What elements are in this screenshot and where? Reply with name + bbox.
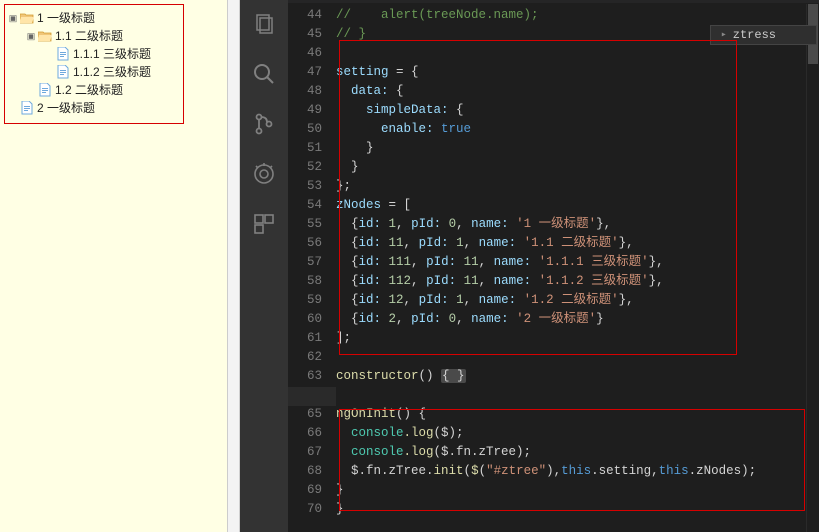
tree-label: 1.1 二级标题 [55,27,123,45]
tree-label: 1.2 二级标题 [55,81,123,99]
extensions-icon[interactable] [250,210,278,238]
tree-node[interactable]: ▣ 1.1 二级标题 [7,27,181,45]
git-icon[interactable] [250,110,278,138]
chevron-right-icon: ▸ [721,29,727,41]
tree-node[interactable]: ▣ 1 一级标题 [7,9,181,27]
file-icon [37,82,53,98]
tree-panel: ▣ 1 一级标题 ▣ 1.1 二级标题 1.1.1 三级标题 1.1 [0,0,228,532]
code-content[interactable]: // alert(treeNode.name);// } setting = {… [336,4,819,532]
files-icon[interactable] [250,10,278,38]
search-icon[interactable] [250,60,278,88]
file-icon [55,46,71,62]
collapse-icon[interactable]: ▣ [25,27,37,45]
activity-bar [240,0,288,532]
tree-node[interactable]: 1.1.2 三级标题 [7,63,181,81]
tree-node[interactable]: 1.2 二级标题 [7,81,181,99]
code-area: 4445464748495051525354555657585960616263… [288,0,819,532]
tree-node[interactable]: 1.1.1 三级标题 [7,45,181,63]
scrollbar[interactable] [806,4,819,532]
code-body[interactable]: 4445464748495051525354555657585960616263… [288,4,819,532]
file-icon [19,100,35,116]
collapse-icon[interactable]: ▣ [7,9,19,27]
tree-node[interactable]: 2 一级标题 [7,99,181,117]
code-editor: 4445464748495051525354555657585960616263… [240,0,819,532]
tree-label: 2 一级标题 [37,99,95,117]
folder-open-icon [37,28,53,44]
tree-label: 1.1.2 三级标题 [73,63,151,81]
tree-container: ▣ 1 一级标题 ▣ 1.1 二级标题 1.1.1 三级标题 1.1 [4,4,184,124]
debug-icon[interactable] [250,160,278,188]
breadcrumb[interactable]: ▸ ztress [710,25,817,45]
tree-label: 1.1.1 三级标题 [73,45,151,63]
line-numbers: 4445464748495051525354555657585960616263… [288,4,336,532]
panel-divider[interactable] [228,0,240,532]
file-icon [55,64,71,80]
tree-label: 1 一级标题 [37,9,95,27]
breadcrumb-label: ztress [733,28,776,42]
folder-open-icon [19,10,35,26]
